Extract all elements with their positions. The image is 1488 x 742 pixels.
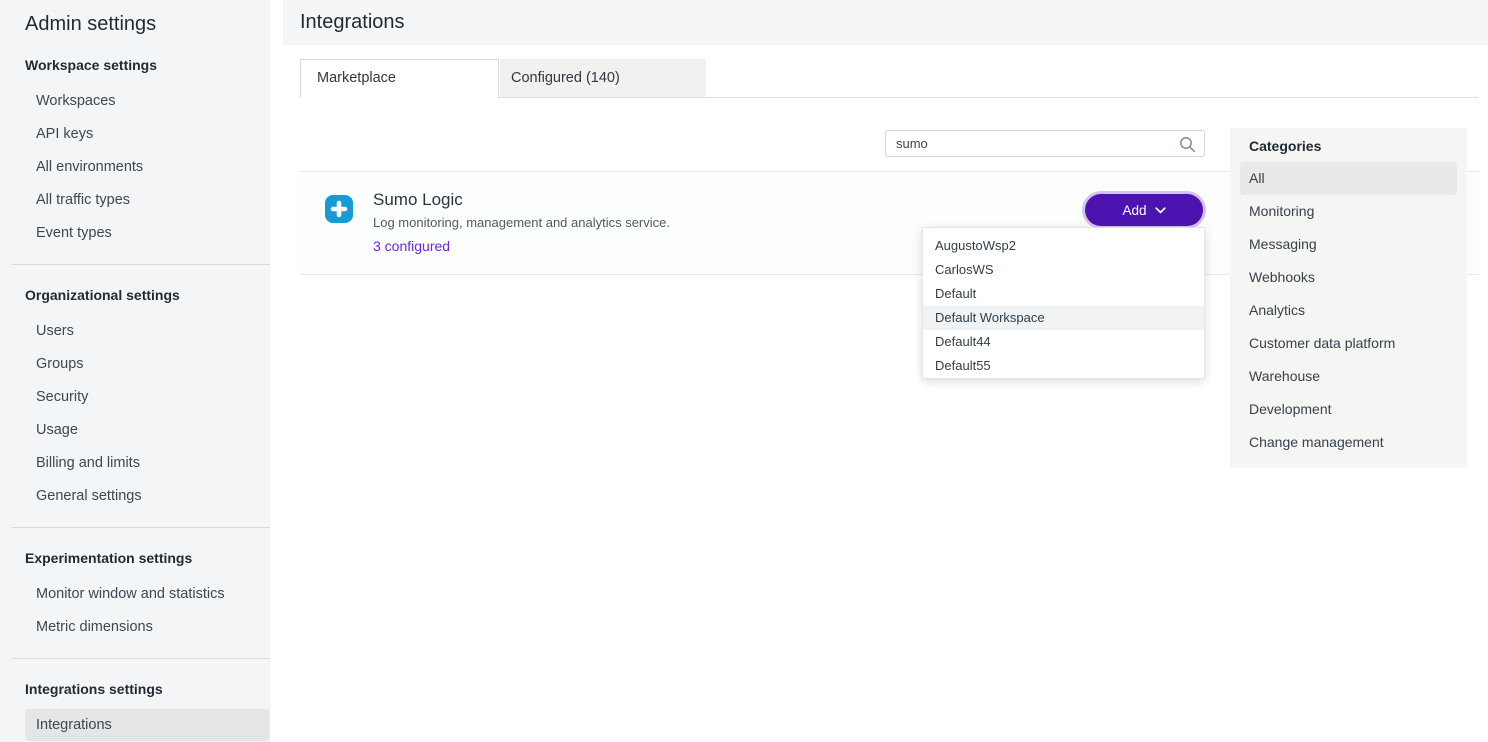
dropdown-item-default55[interactable]: Default55: [923, 354, 1204, 378]
categories-header: Categories: [1249, 136, 1457, 156]
search-input[interactable]: [886, 131, 1176, 156]
dropdown-item-augustowsp2[interactable]: AugustoWsp2: [923, 234, 1204, 258]
admin-sidebar: Admin settings Workspace settings Workspa…: [0, 0, 270, 742]
category-item-change-management[interactable]: Change management: [1240, 426, 1457, 459]
sidebar-item-usage[interactable]: Usage: [0, 414, 270, 447]
dropdown-item-default-workspace[interactable]: Default Workspace: [923, 306, 1204, 330]
workspace-dropdown: AugustoWsp2CarlosWSDefaultDefault Worksp…: [922, 227, 1205, 379]
sidebar-item-groups[interactable]: Groups: [0, 348, 270, 381]
sidebar-item-workspaces[interactable]: Workspaces: [0, 85, 270, 118]
add-button-label: Add: [1122, 203, 1146, 218]
chevron-down-icon: [1155, 207, 1166, 214]
tab-configured[interactable]: Configured (140): [500, 59, 706, 97]
configured-count-link[interactable]: 3 configured: [373, 238, 450, 254]
sidebar-item-general-settings[interactable]: General settings: [0, 480, 270, 513]
categories-list: AllMonitoringMessagingWebhooksAnalyticsC…: [1240, 162, 1457, 459]
sidebar-divider: [12, 658, 270, 659]
plus-icon: [325, 195, 353, 223]
sidebar-item-metric-dimensions[interactable]: Metric dimensions: [0, 611, 270, 644]
sidebar-item-billing-and-limits[interactable]: Billing and limits: [0, 447, 270, 480]
sidebar-item-integrations[interactable]: Integrations: [25, 709, 270, 741]
sidebar-divider: [12, 264, 270, 265]
sidebar-divider: [12, 527, 270, 528]
add-button[interactable]: Add: [1085, 194, 1203, 226]
sidebar-item-api-keys[interactable]: API keys: [0, 118, 270, 151]
dropdown-item-carlosws[interactable]: CarlosWS: [923, 258, 1204, 282]
sidebar-item-monitor-window-and-statistics[interactable]: Monitor window and statistics: [0, 578, 270, 611]
category-item-all[interactable]: All: [1240, 162, 1457, 195]
tab-marketplace[interactable]: Marketplace: [300, 59, 499, 98]
sidebar-title: Admin settings: [0, 0, 270, 35]
sidebar-section-workspace-settings: Workspace settings: [25, 55, 270, 75]
search-icon: [1179, 136, 1196, 153]
category-item-analytics[interactable]: Analytics: [1240, 294, 1457, 327]
sidebar-item-all-environments[interactable]: All environments: [0, 151, 270, 184]
search-box: [885, 130, 1205, 157]
sidebar-section-integrations-settings: Integrations settings: [25, 679, 270, 699]
category-item-messaging[interactable]: Messaging: [1240, 228, 1457, 261]
sidebar-item-users[interactable]: Users: [0, 315, 270, 348]
integration-description: Log monitoring, management and analytics…: [373, 215, 670, 230]
category-item-customer-data-platform[interactable]: Customer data platform: [1240, 327, 1457, 360]
category-item-monitoring[interactable]: Monitoring: [1240, 195, 1457, 228]
sidebar-section-organizational-settings: Organizational settings: [25, 285, 270, 305]
integration-name: Sumo Logic: [373, 190, 463, 210]
sidebar-sections: Workspace settingsWorkspacesAPI keysAll …: [0, 55, 270, 741]
dropdown-item-default[interactable]: Default: [923, 282, 1204, 306]
dropdown-item-default44[interactable]: Default44: [923, 330, 1204, 354]
sidebar-item-event-types[interactable]: Event types: [0, 217, 270, 250]
category-item-development[interactable]: Development: [1240, 393, 1457, 426]
category-item-webhooks[interactable]: Webhooks: [1240, 261, 1457, 294]
sidebar-item-security[interactable]: Security: [0, 381, 270, 414]
category-item-warehouse[interactable]: Warehouse: [1240, 360, 1457, 393]
page-title: Integrations: [300, 11, 405, 34]
sidebar-section-experimentation-settings: Experimentation settings: [25, 548, 270, 568]
categories-panel: Categories AllMonitoringMessagingWebhook…: [1230, 128, 1467, 467]
page-header: Integrations: [283, 0, 1488, 45]
sidebar-item-all-traffic-types[interactable]: All traffic types: [0, 184, 270, 217]
